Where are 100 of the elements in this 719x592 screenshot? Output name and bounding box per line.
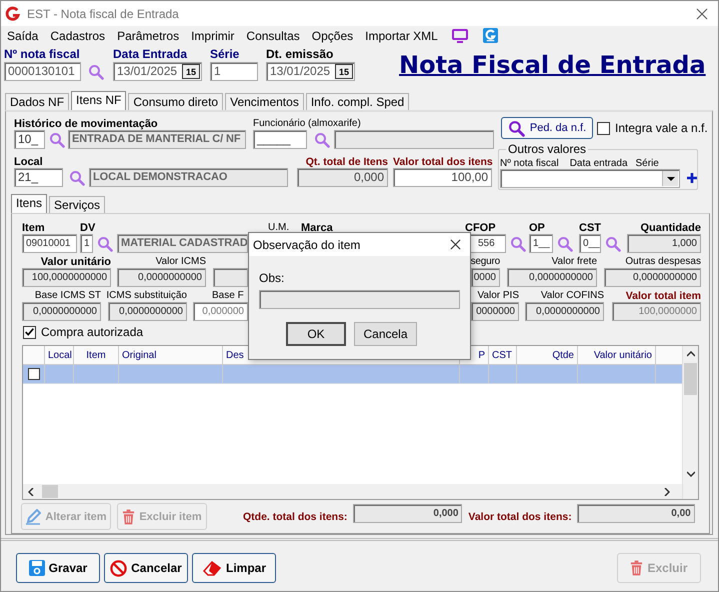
field-label: Valor total item	[626, 290, 701, 302]
total-field: 0,000	[353, 504, 462, 523]
input-field[interactable]: 13/01/2025 15	[113, 62, 202, 81]
column-header[interactable]: P	[478, 350, 485, 360]
caret-icon	[666, 176, 675, 180]
dialog-title: Observação do item	[253, 238, 360, 252]
search-icon[interactable]	[97, 236, 113, 252]
plus-icon[interactable]	[687, 173, 697, 183]
menu-item[interactable]: Consultas	[246, 28, 300, 42]
chevron-down-icon[interactable]	[686, 471, 694, 477]
code-field[interactable]: 21_	[14, 168, 63, 187]
search-icon[interactable]	[605, 236, 621, 252]
search-icon[interactable]	[49, 132, 65, 148]
field-label: ICMS substituição	[106, 290, 187, 302]
eraser-icon	[202, 560, 222, 576]
menu-item[interactable]: Importar XML	[365, 28, 438, 42]
input-field[interactable]: 0__	[579, 234, 601, 253]
input-field[interactable]: 0000130101	[4, 62, 81, 81]
close-icon[interactable]	[696, 8, 708, 20]
calendar-button[interactable]: 15	[182, 64, 200, 79]
field-label: Funcionário (almoxarife)	[253, 118, 362, 130]
checkbox[interactable]	[28, 368, 40, 380]
chevron-right-icon[interactable]	[664, 488, 670, 496]
total-field: 0,000	[297, 168, 388, 187]
checkbox[interactable]	[23, 326, 36, 338]
field-label: OP	[529, 222, 545, 234]
vertical-scrollbar[interactable]	[682, 346, 698, 499]
tab[interactable]: Vencimentos	[225, 93, 304, 110]
code-field[interactable]: 10_	[14, 130, 45, 149]
chevron-left-icon[interactable]	[28, 488, 34, 496]
field-label: Local	[14, 156, 44, 168]
tab[interactable]: Itens NF	[71, 91, 126, 110]
group-title: Outros valores	[506, 143, 588, 156]
chevron-up-icon[interactable]	[686, 351, 694, 357]
search-icon[interactable]	[557, 236, 573, 252]
column-heading: Série	[636, 158, 659, 169]
search-icon[interactable]	[69, 170, 85, 186]
footer-button[interactable]: Limpar	[192, 553, 276, 583]
tab[interactable]: Itens	[11, 194, 48, 213]
search-icon[interactable]	[314, 132, 330, 148]
tab[interactable]: Serviços	[49, 196, 106, 213]
column-header[interactable]: Qtde	[552, 350, 574, 360]
field-label: DV	[80, 222, 96, 234]
menu-item[interactable]: Imprimir	[191, 28, 234, 42]
column-header[interactable]: Original	[122, 350, 156, 360]
input-field[interactable]: 0,000000	[193, 302, 248, 321]
menu-item[interactable]: Parâmetros	[117, 28, 180, 42]
calendar-button[interactable]: 15	[335, 64, 353, 79]
input-field: 0,0000000000	[108, 302, 187, 321]
close-icon[interactable]	[450, 239, 461, 250]
column-header[interactable]: CST	[492, 350, 512, 360]
menu-item[interactable]: Cadastros	[50, 28, 106, 42]
field-label: Nº nota fiscal	[4, 47, 81, 62]
total-field: 0,00	[576, 504, 695, 523]
input-field[interactable]: 1__	[529, 234, 553, 253]
dropdown[interactable]	[500, 169, 680, 188]
input-field[interactable]: 13/01/2025 15	[266, 62, 355, 81]
horizontal-scrollbar[interactable]	[23, 484, 682, 499]
field-label: Data Entrada	[113, 47, 188, 62]
checkbox-label: Integra vale a n.f.	[615, 121, 708, 135]
app-icon[interactable]	[482, 27, 498, 44]
total-label: Qtde. total dos itens:	[243, 510, 348, 522]
menu-item[interactable]: Saída	[7, 28, 38, 42]
scroll-thumb[interactable]	[42, 485, 58, 498]
field-label: Base F	[212, 290, 244, 302]
column-header[interactable]: Des	[226, 350, 244, 360]
column-header[interactable]: Valor unitário	[594, 350, 652, 360]
dialog-button[interactable]: Cancela	[354, 322, 417, 346]
search-icon[interactable]	[510, 236, 526, 252]
dialog-button[interactable]: OK	[286, 322, 346, 346]
tab[interactable]: Dados NF	[5, 93, 70, 110]
search-icon[interactable]	[88, 64, 104, 80]
input-field: 100,0000000	[612, 302, 701, 321]
app-logo-icon	[5, 6, 20, 21]
tab[interactable]: Consumo direto	[128, 93, 224, 110]
checkbox[interactable]	[597, 122, 610, 134]
input-field[interactable]: 1	[210, 62, 258, 81]
input-field[interactable]: 09010001	[22, 234, 77, 253]
field-label: Quantidade	[640, 222, 701, 234]
input-field[interactable]: 1	[80, 234, 93, 253]
code-field[interactable]: _____	[253, 130, 307, 149]
input-field: 0,0000000000	[604, 268, 701, 287]
column-header[interactable]: Local	[48, 350, 72, 360]
field-label: Valor ICMS	[156, 256, 206, 268]
footer-button[interactable]: Cancelar	[104, 553, 188, 583]
order-button[interactable]: Ped. da n.f.	[501, 117, 593, 139]
field-label: seguro	[470, 256, 500, 268]
input-field: 1,000	[627, 234, 701, 253]
description-field: MATERIAL CADASTRAD	[117, 234, 248, 253]
observation-field[interactable]	[259, 290, 460, 309]
footer-button[interactable]: Gravar	[16, 553, 100, 583]
menu-item[interactable]: Opções	[312, 28, 354, 42]
input-field: 0,0000000000	[507, 268, 597, 287]
field-label: Valor unitário	[40, 256, 111, 268]
monitor-icon[interactable]	[452, 28, 468, 44]
column-header[interactable]: Item	[86, 350, 106, 360]
tab[interactable]: Info. compl. Sped	[306, 93, 410, 110]
trash-icon	[122, 508, 136, 524]
total-field: 100,00	[393, 168, 492, 187]
scroll-thumb[interactable]	[684, 363, 697, 395]
